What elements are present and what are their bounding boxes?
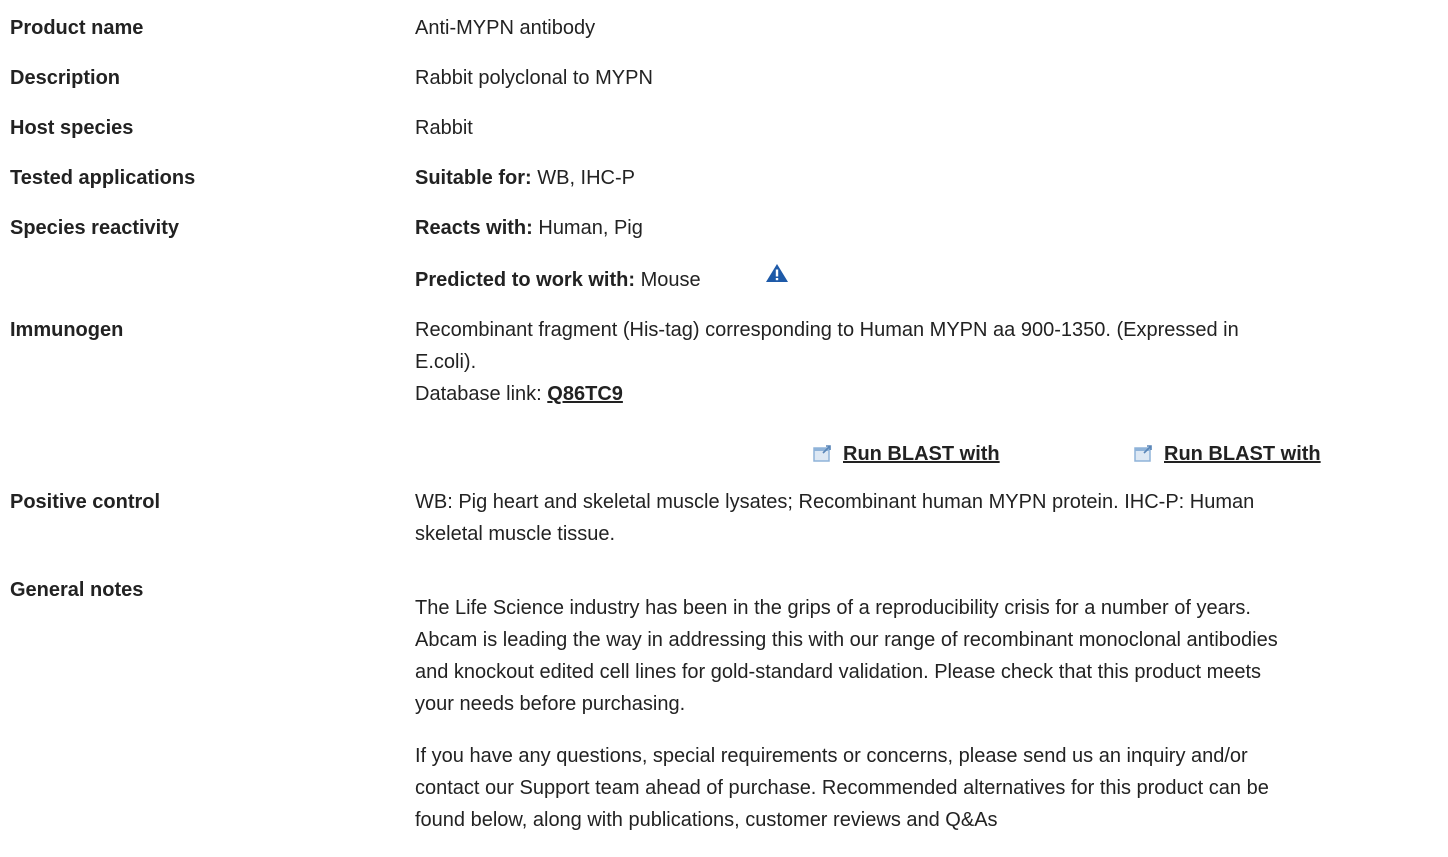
suitable-for-value: WB, IHC-P bbox=[531, 167, 636, 189]
label-description: Description bbox=[10, 67, 121, 89]
general-notes-p1-line-1: The Life Science industry has been in th… bbox=[415, 597, 1251, 619]
warning-triangle-icon[interactable] bbox=[765, 263, 789, 283]
label-tested-applications: Tested applications bbox=[10, 167, 196, 189]
label-host-species: Host species bbox=[10, 117, 134, 139]
general-notes-p2-line-1: If you have any questions, special requi… bbox=[415, 745, 1248, 767]
label-species-reactivity: Species reactivity bbox=[10, 217, 179, 239]
value-description: Rabbit polyclonal to MYPN bbox=[415, 67, 653, 89]
label-positive-control: Positive control bbox=[10, 491, 161, 513]
run-blast-link-1[interactable]: Run BLAST with bbox=[843, 443, 1000, 465]
reacts-with-prefix: Reacts with: bbox=[415, 217, 533, 239]
label-general-notes: General notes bbox=[10, 579, 144, 601]
value-immunogen: Recombinant fragment (His-tag) correspon… bbox=[415, 314, 1430, 410]
immunogen-line-2: E.coli). bbox=[415, 351, 477, 373]
positive-control-line-1: WB: Pig heart and skeletal muscle lysate… bbox=[415, 491, 1255, 513]
reacts-with-value: Human, Pig bbox=[532, 217, 643, 239]
run-blast-button-2[interactable]: Run BLAST with bbox=[1134, 438, 1321, 470]
external-window-icon bbox=[1134, 445, 1152, 462]
immunogen-line-1: Recombinant fragment (His-tag) correspon… bbox=[415, 319, 1239, 341]
external-window-icon bbox=[813, 445, 831, 462]
value-positive-control: WB: Pig heart and skeletal muscle lysate… bbox=[415, 486, 1430, 550]
run-blast-button-1[interactable]: Run BLAST with bbox=[813, 438, 1000, 470]
value-tested-applications: Suitable for: WB, IHC-P bbox=[415, 162, 635, 194]
value-reacts-with: Reacts with: Human, Pig bbox=[415, 212, 643, 244]
positive-control-line-2: skeletal muscle tissue. bbox=[415, 523, 616, 545]
predicted-value: Mouse bbox=[635, 269, 701, 291]
general-notes-p1-line-4: your needs before purchasing. bbox=[415, 693, 686, 715]
general-notes-paragraph-1: The Life Science industry has been in th… bbox=[415, 592, 1430, 720]
database-link-q86tc9[interactable]: Q86TC9 bbox=[547, 383, 623, 405]
database-link-row: Database link: Q86TC9 bbox=[415, 378, 1430, 410]
database-link-prefix: Database link: bbox=[415, 383, 548, 405]
label-immunogen: Immunogen bbox=[10, 319, 124, 341]
label-product-name: Product name bbox=[10, 17, 144, 39]
general-notes-p1-line-2: Abcam is leading the way in addressing t… bbox=[415, 629, 1278, 651]
general-notes-p2-line-2: contact our Support team ahead of purcha… bbox=[415, 777, 1269, 799]
run-blast-link-2[interactable]: Run BLAST with bbox=[1164, 443, 1321, 465]
general-notes-paragraph-2: If you have any questions, special requi… bbox=[415, 740, 1430, 836]
general-notes-p1-line-3: and knockout edited cell lines for gold-… bbox=[415, 661, 1262, 683]
general-notes-p2-line-3: found below, along with publications, cu… bbox=[415, 809, 998, 831]
suitable-for-prefix: Suitable for: bbox=[415, 167, 532, 189]
predicted-prefix: Predicted to work with: bbox=[415, 269, 636, 291]
value-host-species: Rabbit bbox=[415, 117, 473, 139]
value-predicted-to-work-with: Predicted to work with: Mouse bbox=[415, 264, 701, 296]
value-product-name: Anti-MYPN antibody bbox=[415, 17, 596, 39]
